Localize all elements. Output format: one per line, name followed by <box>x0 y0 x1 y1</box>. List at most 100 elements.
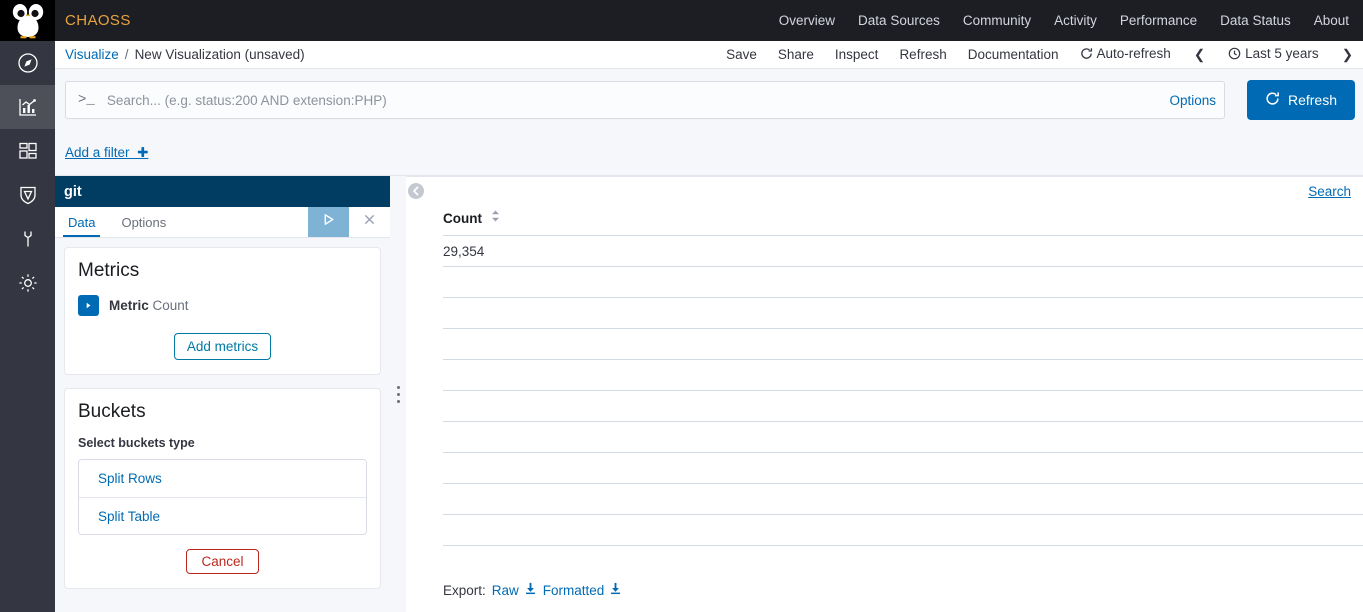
download-icon <box>524 582 537 598</box>
visualization-actions: Save Share Inspect Refresh Documentation… <box>726 46 1363 63</box>
table-row[interactable] <box>443 452 1363 484</box>
data-table-head: Count <box>443 206 1363 236</box>
caret-right-icon[interactable] <box>78 295 99 316</box>
topnav-item-activity[interactable]: Activity <box>1054 13 1097 28</box>
table-row[interactable] <box>443 328 1363 360</box>
table-cell-count <box>443 483 1363 515</box>
buckets-cancel-row: Cancel <box>78 535 367 574</box>
refresh-icon <box>1080 47 1093 63</box>
column-header-count-label: Count <box>443 211 482 226</box>
metric-agg-value: Count <box>152 298 189 313</box>
export-formatted-button[interactable]: Formatted <box>543 582 623 598</box>
gear-icon <box>17 272 39 294</box>
breadcrumb-action-bar: Visualize / New Visualization (unsaved) … <box>55 41 1363 69</box>
topnav-item-community[interactable]: Community <box>963 13 1031 28</box>
table-cell-count <box>443 390 1363 422</box>
rail-item-management[interactable] <box>0 261 55 305</box>
filter-bar: Add a filter ✚ <box>55 131 1363 176</box>
refresh-button[interactable]: Refresh <box>899 47 946 62</box>
table-row[interactable] <box>443 483 1363 515</box>
metric-summary: Metric Count <box>109 298 189 313</box>
panel-resize-handle[interactable] <box>390 176 406 612</box>
play-icon <box>321 212 336 232</box>
brand-name: CHAOSS <box>65 12 131 29</box>
refresh-query-button[interactable]: Refresh <box>1246 80 1355 120</box>
apply-changes-button[interactable] <box>308 207 349 237</box>
add-filter-label: Add a filter <box>65 145 130 160</box>
metric-agg-label: Metric <box>109 298 149 313</box>
owl-logo-icon[interactable] <box>0 0 55 41</box>
table-search-link[interactable]: Search <box>1308 184 1351 199</box>
auto-refresh-label: Auto-refresh <box>1096 46 1171 61</box>
time-range-picker[interactable]: Last 5 years <box>1228 46 1319 63</box>
visualization-panel: Search Count 29,354 Export: Raw Formatte… <box>406 176 1363 612</box>
close-editor-button[interactable] <box>349 207 390 237</box>
table-row[interactable]: 29,354 <box>443 235 1363 267</box>
time-range-label: Last 5 years <box>1245 46 1319 61</box>
editor-tabs: Data Options <box>55 207 390 238</box>
breadcrumb-root[interactable]: Visualize <box>65 47 119 62</box>
table-cell-count: 29,354 <box>443 235 1363 267</box>
tab-data[interactable]: Data <box>55 207 108 237</box>
table-row[interactable] <box>443 359 1363 391</box>
data-table-body: 29,354 <box>443 235 1363 546</box>
drag-handle-icon <box>396 385 400 403</box>
rail-item-dashboard[interactable] <box>0 129 55 173</box>
topnav-item-about[interactable]: About <box>1314 13 1349 28</box>
export-raw-button[interactable]: Raw <box>492 582 537 598</box>
query-bar: >_ Search... (e.g. status:200 AND extens… <box>55 69 1363 131</box>
metrics-heading: Metrics <box>78 260 140 281</box>
rail-item-discover[interactable] <box>0 41 55 85</box>
editor-body: Metrics Metric Count Add metrics Buckets… <box>55 238 390 612</box>
rail-item-dev-tools[interactable] <box>0 217 55 261</box>
table-row[interactable] <box>443 297 1363 329</box>
documentation-button[interactable]: Documentation <box>968 47 1059 62</box>
topnav-item-data-status[interactable]: Data Status <box>1220 13 1291 28</box>
export-formatted-label: Formatted <box>542 582 605 598</box>
chevron-right-icon[interactable]: ❯ <box>1340 47 1355 63</box>
chevron-left-icon[interactable]: ❮ <box>1192 47 1207 63</box>
buckets-heading: Buckets <box>78 401 146 422</box>
rail-item-security[interactable] <box>0 173 55 217</box>
top-navigation: Overview Data Sources Community Activity… <box>779 13 1363 28</box>
query-options-link[interactable]: Options <box>1169 93 1216 108</box>
column-header-count[interactable]: Count <box>443 206 1363 236</box>
topnav-item-performance[interactable]: Performance <box>1120 13 1197 28</box>
chart-icon <box>17 96 39 118</box>
save-button[interactable]: Save <box>726 47 757 62</box>
metric-row[interactable]: Metric Count <box>78 295 367 316</box>
top-brand-bar: CHAOSS Overview Data Sources Community A… <box>0 0 1363 41</box>
rail-item-visualize[interactable] <box>0 85 55 129</box>
collapse-left-icon[interactable] <box>407 182 425 200</box>
visualization-header: Search <box>406 177 1363 206</box>
export-row: Export: Raw Formatted <box>406 568 1363 612</box>
table-row[interactable] <box>443 421 1363 453</box>
download-icon <box>609 582 622 598</box>
metrics-card: Metrics Metric Count Add metrics <box>64 247 381 375</box>
export-label: Export: <box>443 582 486 598</box>
tab-options[interactable]: Options <box>108 207 179 237</box>
sort-icon[interactable] <box>491 210 500 225</box>
bucket-option-split-rows[interactable]: Split Rows <box>79 460 366 497</box>
data-table: Count 29,354 <box>443 206 1363 546</box>
add-filter-button[interactable]: Add a filter ✚ <box>65 145 148 161</box>
tabs-spacer <box>179 207 308 237</box>
cancel-button[interactable]: Cancel <box>186 549 259 574</box>
topnav-item-data-sources[interactable]: Data Sources <box>858 13 940 28</box>
search-input-placeholder: Search... (e.g. status:200 AND extension… <box>106 92 387 108</box>
share-button[interactable]: Share <box>778 47 814 62</box>
buckets-card: Buckets Select buckets type Split Rows S… <box>64 388 381 589</box>
add-metrics-button[interactable]: Add metrics <box>173 333 272 360</box>
table-row[interactable] <box>443 390 1363 422</box>
data-table-container: Count 29,354 <box>406 206 1363 568</box>
compass-icon <box>17 52 39 74</box>
inspect-button[interactable]: Inspect <box>835 47 879 62</box>
dashboard-icon <box>17 140 39 162</box>
select-buckets-type-label: Select buckets type <box>78 436 195 450</box>
bucket-option-split-table[interactable]: Split Table <box>79 497 366 534</box>
topnav-item-overview[interactable]: Overview <box>779 13 835 28</box>
search-input[interactable]: >_ Search... (e.g. status:200 AND extens… <box>65 81 1225 119</box>
auto-refresh-button[interactable]: Auto-refresh <box>1080 46 1171 63</box>
table-row[interactable] <box>443 266 1363 298</box>
table-row[interactable] <box>443 514 1363 546</box>
